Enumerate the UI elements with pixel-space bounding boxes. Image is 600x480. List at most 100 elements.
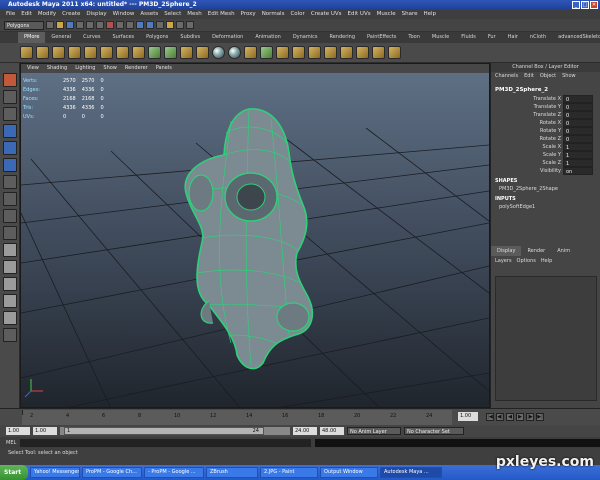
shelf-tool-icon[interactable] bbox=[292, 46, 305, 59]
taskbar-item[interactable]: - ProPM - Google ... bbox=[144, 467, 204, 478]
attr-row[interactable]: Rotate Z0 bbox=[491, 135, 600, 143]
taskbar-item[interactable]: ProPM - Google Ch... bbox=[82, 467, 142, 478]
viewport-menu-shading[interactable]: Shading bbox=[47, 64, 67, 73]
shelf-tool-icon[interactable] bbox=[164, 46, 177, 59]
menu-normals[interactable]: Normals bbox=[262, 10, 285, 19]
taskbar-item[interactable]: 2.JPG - Paint bbox=[260, 467, 318, 478]
attr-row[interactable]: Scale X1 bbox=[491, 143, 600, 151]
go-to-end-button[interactable]: ▶| bbox=[536, 413, 544, 421]
taskbar-item[interactable]: Output Window bbox=[320, 467, 378, 478]
range-slider[interactable]: 1 24 bbox=[60, 427, 290, 435]
shelf-tool-icon[interactable] bbox=[84, 46, 97, 59]
attr-row[interactable]: Translate X0 bbox=[491, 95, 600, 103]
rotate-tool-icon[interactable] bbox=[2, 141, 17, 155]
shelf-tab-toon[interactable]: Toon bbox=[402, 32, 426, 43]
shelf-tab-rendering[interactable]: Rendering bbox=[323, 32, 361, 43]
shelf-tool-icon[interactable] bbox=[244, 46, 257, 59]
attr-value-field[interactable]: 0 bbox=[563, 135, 593, 143]
save-scene-icon[interactable] bbox=[66, 21, 74, 29]
shelf-tool-icon[interactable] bbox=[180, 46, 193, 59]
menu-display[interactable]: Display bbox=[86, 10, 106, 19]
menu-modify[interactable]: Modify bbox=[38, 10, 56, 19]
shelf-tab-general[interactable]: General bbox=[45, 32, 77, 43]
select-component-icon[interactable] bbox=[96, 21, 104, 29]
soft-mod-icon[interactable] bbox=[2, 209, 17, 223]
persp-outliner-layout-icon[interactable] bbox=[2, 277, 17, 291]
shelf-tool-icon[interactable] bbox=[276, 46, 289, 59]
shelf-tab-surfaces[interactable]: Surfaces bbox=[107, 32, 141, 43]
attr-value-field[interactable]: 0 bbox=[563, 119, 593, 127]
last-tool-icon[interactable] bbox=[2, 192, 17, 206]
paint-select-icon[interactable] bbox=[2, 107, 17, 121]
taskbar-item[interactable]: ZBrush bbox=[206, 467, 258, 478]
shelf-tool-icon[interactable] bbox=[340, 46, 353, 59]
shelf-tool-icon[interactable] bbox=[324, 46, 337, 59]
four-pane-layout-icon[interactable] bbox=[2, 260, 17, 274]
shape-node[interactable]: PM3D_2Sphere_2Shape bbox=[491, 185, 600, 193]
attr-row[interactable]: Rotate X0 bbox=[491, 119, 600, 127]
shelf-tab-painteffects[interactable]: PaintEffects bbox=[361, 32, 402, 43]
menu-assets[interactable]: Assets bbox=[140, 10, 158, 19]
attr-value-field[interactable]: 1 bbox=[563, 159, 593, 167]
channel-menu-object[interactable]: Object bbox=[540, 72, 556, 81]
shelf-tab-pmore[interactable]: PMore bbox=[18, 32, 46, 43]
menu-edit-mesh[interactable]: Edit Mesh bbox=[208, 10, 235, 19]
viewport-menu-panels[interactable]: Panels bbox=[156, 64, 172, 73]
menu-set-dropdown[interactable]: Polygons bbox=[4, 20, 44, 30]
attr-row[interactable]: Rotate Y0 bbox=[491, 127, 600, 135]
shelf-tab-subdivs[interactable]: Subdivs bbox=[174, 32, 206, 43]
shelf-tool-icon[interactable] bbox=[36, 46, 49, 59]
sphere-icon[interactable] bbox=[212, 46, 225, 59]
taskbar-item[interactable]: Yahoo! Messenger bbox=[30, 467, 80, 478]
channel-menu-show[interactable]: Show bbox=[562, 72, 576, 81]
menu-window[interactable]: Window bbox=[113, 10, 135, 19]
minimize-button[interactable]: _ bbox=[572, 1, 580, 9]
input-box-icon[interactable] bbox=[176, 21, 184, 29]
anim-layer-dropdown[interactable]: No Anim Layer bbox=[347, 427, 401, 435]
shelf-tab-fluids[interactable]: Fluids bbox=[455, 32, 482, 43]
select-hierarchy-icon[interactable] bbox=[76, 21, 84, 29]
manipulator-icon[interactable] bbox=[2, 175, 17, 189]
playback-end-field[interactable]: 24.00 bbox=[293, 427, 317, 435]
animation-start-field[interactable]: 1.00 bbox=[6, 427, 30, 435]
lasso-tool-icon[interactable] bbox=[2, 90, 17, 104]
mel-label[interactable]: MEL bbox=[6, 440, 16, 446]
select-object-icon[interactable] bbox=[86, 21, 94, 29]
attr-value-field[interactable]: 1 bbox=[563, 151, 593, 159]
layer-menu-help[interactable]: Help bbox=[541, 256, 552, 266]
attr-value-field[interactable]: 0 bbox=[563, 103, 593, 111]
snap-grid-icon[interactable] bbox=[106, 21, 114, 29]
mel-command-input[interactable] bbox=[20, 438, 311, 447]
playback-start-field[interactable]: 1.00 bbox=[33, 427, 57, 435]
layer-menu-options[interactable]: Options bbox=[517, 256, 536, 266]
go-to-start-button[interactable]: |◀ bbox=[486, 413, 494, 421]
attr-value-field[interactable]: 1 bbox=[563, 143, 593, 151]
viewport-menu-lighting[interactable]: Lighting bbox=[75, 64, 95, 73]
maximize-button[interactable]: □ bbox=[581, 1, 589, 9]
shelf-tool-icon[interactable] bbox=[20, 46, 33, 59]
menu-color[interactable]: Color bbox=[290, 10, 304, 19]
new-scene-icon[interactable] bbox=[46, 21, 54, 29]
shelf-tab-muscle[interactable]: Muscle bbox=[426, 32, 455, 43]
layer-tab-display[interactable]: Display bbox=[491, 246, 522, 256]
range-slider-handle[interactable]: 1 24 bbox=[64, 427, 264, 435]
menu-proxy[interactable]: Proxy bbox=[241, 10, 256, 19]
menu-create[interactable]: Create bbox=[62, 10, 80, 19]
single-pane-layout-icon[interactable] bbox=[2, 243, 17, 257]
shelf-tab-fur[interactable]: Fur bbox=[482, 32, 502, 43]
viewport-menu-renderer[interactable]: Renderer bbox=[125, 64, 148, 73]
character-set-dropdown[interactable]: No Character Set bbox=[404, 427, 464, 435]
shelf-tool-icon[interactable] bbox=[116, 46, 129, 59]
shelf-tool-icon[interactable] bbox=[388, 46, 401, 59]
animation-end-field[interactable]: 48.00 bbox=[320, 427, 344, 435]
attr-value-field[interactable]: on bbox=[563, 167, 593, 175]
viewport-menu-view[interactable]: View bbox=[27, 64, 39, 73]
start-button[interactable]: Start bbox=[0, 465, 28, 480]
persp-graph-layout-icon[interactable] bbox=[2, 294, 17, 308]
creature-mesh[interactable] bbox=[184, 108, 314, 370]
ipr-render-icon[interactable] bbox=[146, 21, 154, 29]
shelf-tool-icon[interactable] bbox=[308, 46, 321, 59]
show-manip-icon[interactable] bbox=[2, 226, 17, 240]
selected-object-name[interactable]: PM3D_2Sphere_2 bbox=[491, 81, 600, 95]
viewport-menu-show[interactable]: Show bbox=[103, 64, 117, 73]
